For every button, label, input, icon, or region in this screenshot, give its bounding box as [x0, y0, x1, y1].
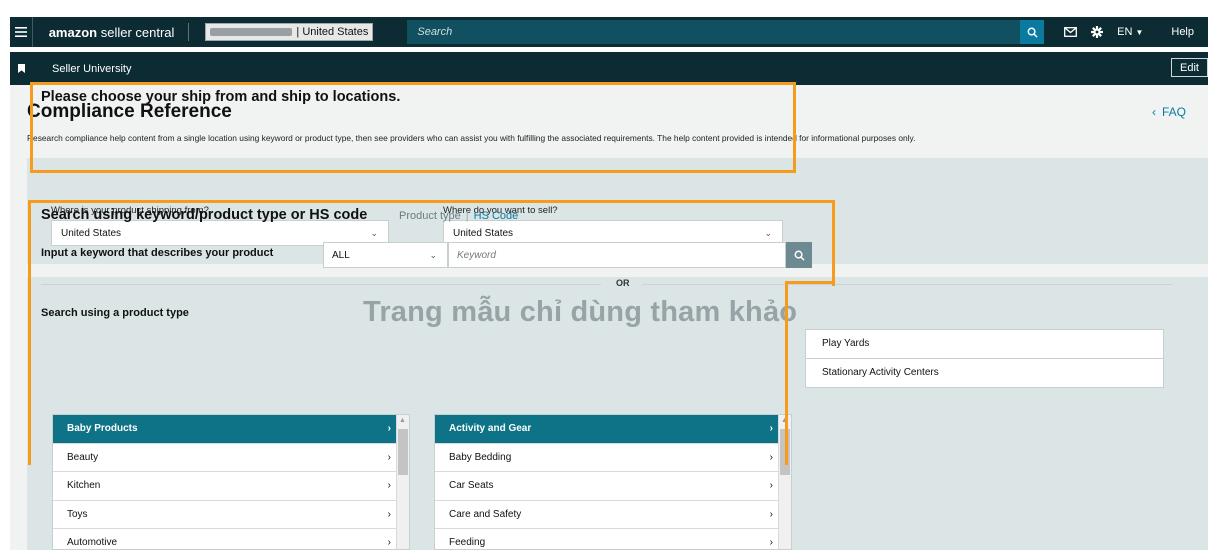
divider	[31, 17, 33, 47]
chevron-left-icon: ‹	[1151, 105, 1156, 119]
highlight-product-type-top	[785, 281, 835, 284]
category-list-level1: Baby Products › Beauty › Kitchen › Toys › Au…	[52, 414, 410, 550]
scrollbar-thumb[interactable]	[398, 429, 408, 475]
list-item-label: Toys	[67, 508, 88, 520]
page-header-title: Seller University	[52, 62, 132, 75]
chevron-right-icon: ›	[387, 508, 391, 520]
divider	[188, 23, 190, 41]
list-item-label: Stationary Activity Centers	[822, 367, 939, 379]
list-item-label: Play Yards	[822, 338, 870, 350]
list-item[interactable]: Activity and Gear ›	[435, 415, 791, 444]
list-item[interactable]: Feeding ›	[435, 529, 791, 550]
watermark-text: Trang mẫu chỉ dùng tham khảo	[363, 296, 798, 328]
list-item[interactable]: Baby Bedding ›	[435, 444, 791, 472]
faq-link[interactable]: ‹ FAQ	[1152, 105, 1186, 119]
page-header-bar: Seller University Edit	[10, 52, 1208, 85]
chevron-right-icon: ›	[387, 537, 391, 548]
list-item-label: Care and Safety	[449, 508, 522, 520]
scroll-up-icon[interactable]: ▲	[399, 417, 406, 424]
list-item-label: Car Seats	[449, 480, 494, 492]
menu-icon[interactable]	[10, 17, 32, 47]
highlight-keyword-section	[28, 200, 835, 286]
list-item-label: Beauty	[67, 451, 99, 463]
list-item-label: Kitchen	[67, 480, 101, 492]
redacted-account-name	[210, 28, 293, 36]
edit-button[interactable]: Edit	[1171, 58, 1208, 77]
chevron-right-icon: ›	[387, 423, 391, 434]
category-list-level2: Activity and Gear › Baby Bedding › Car Sea…	[434, 414, 792, 550]
mail-icon[interactable]	[1064, 27, 1078, 37]
account-marketplace: | United States	[296, 26, 369, 38]
amazon-seller-central-logo[interactable]: amazon seller central	[49, 25, 175, 40]
list-item-label: Activity and Gear	[449, 423, 532, 435]
list-item-label: Baby Bedding	[449, 451, 512, 463]
scrollbar[interactable]: ▲	[396, 415, 409, 549]
global-search	[407, 20, 1045, 44]
gear-icon[interactable]	[1091, 26, 1104, 38]
top-nav-bar: amazon seller central | United States EN…	[10, 17, 1208, 47]
list-item[interactable]: Baby Products ›	[53, 415, 409, 444]
language-selector[interactable]: EN ▼	[1117, 26, 1157, 38]
search-input[interactable]	[407, 26, 1008, 38]
chevron-right-icon: ›	[769, 451, 773, 463]
highlight-product-type-right	[785, 281, 788, 465]
list-item[interactable]: Automotive ›	[53, 529, 409, 550]
chevron-right-icon: ›	[769, 423, 773, 434]
faq-label: FAQ	[1161, 105, 1186, 119]
product-type-section-title: Search using a product type	[41, 307, 189, 319]
list-item[interactable]: Toys ›	[53, 501, 409, 529]
highlight-ship-section	[30, 82, 796, 173]
list-item-label: Automotive	[67, 537, 118, 549]
search-button[interactable]	[1020, 20, 1045, 44]
category-list-level3: Play Yards Stationary Activity Centers	[805, 329, 1164, 388]
list-item[interactable]: Stationary Activity Centers	[806, 359, 1163, 388]
search-icon	[1027, 27, 1038, 38]
chevron-right-icon: ›	[387, 451, 391, 463]
list-item-label: Feeding	[449, 537, 486, 549]
help-link[interactable]: Help	[1171, 26, 1194, 38]
account-switcher[interactable]: | United States	[205, 23, 374, 41]
chevron-right-icon: ›	[769, 508, 773, 520]
list-item[interactable]: Kitchen ›	[53, 472, 409, 501]
list-item[interactable]: Play Yards	[806, 330, 1163, 359]
list-item[interactable]: Care and Safety ›	[435, 501, 791, 529]
chevron-right-icon: ›	[769, 537, 773, 548]
list-item[interactable]: Car Seats ›	[435, 472, 791, 501]
list-item[interactable]: Beauty ›	[53, 444, 409, 472]
chevron-right-icon: ›	[387, 480, 391, 491]
chevron-right-icon: ›	[769, 480, 773, 491]
caret-down-icon: ▼	[1135, 27, 1144, 37]
highlight-product-type-left	[28, 281, 31, 465]
language-label: EN	[1117, 26, 1133, 38]
list-item-label: Baby Products	[67, 423, 138, 435]
bookmark-icon[interactable]	[10, 64, 32, 73]
